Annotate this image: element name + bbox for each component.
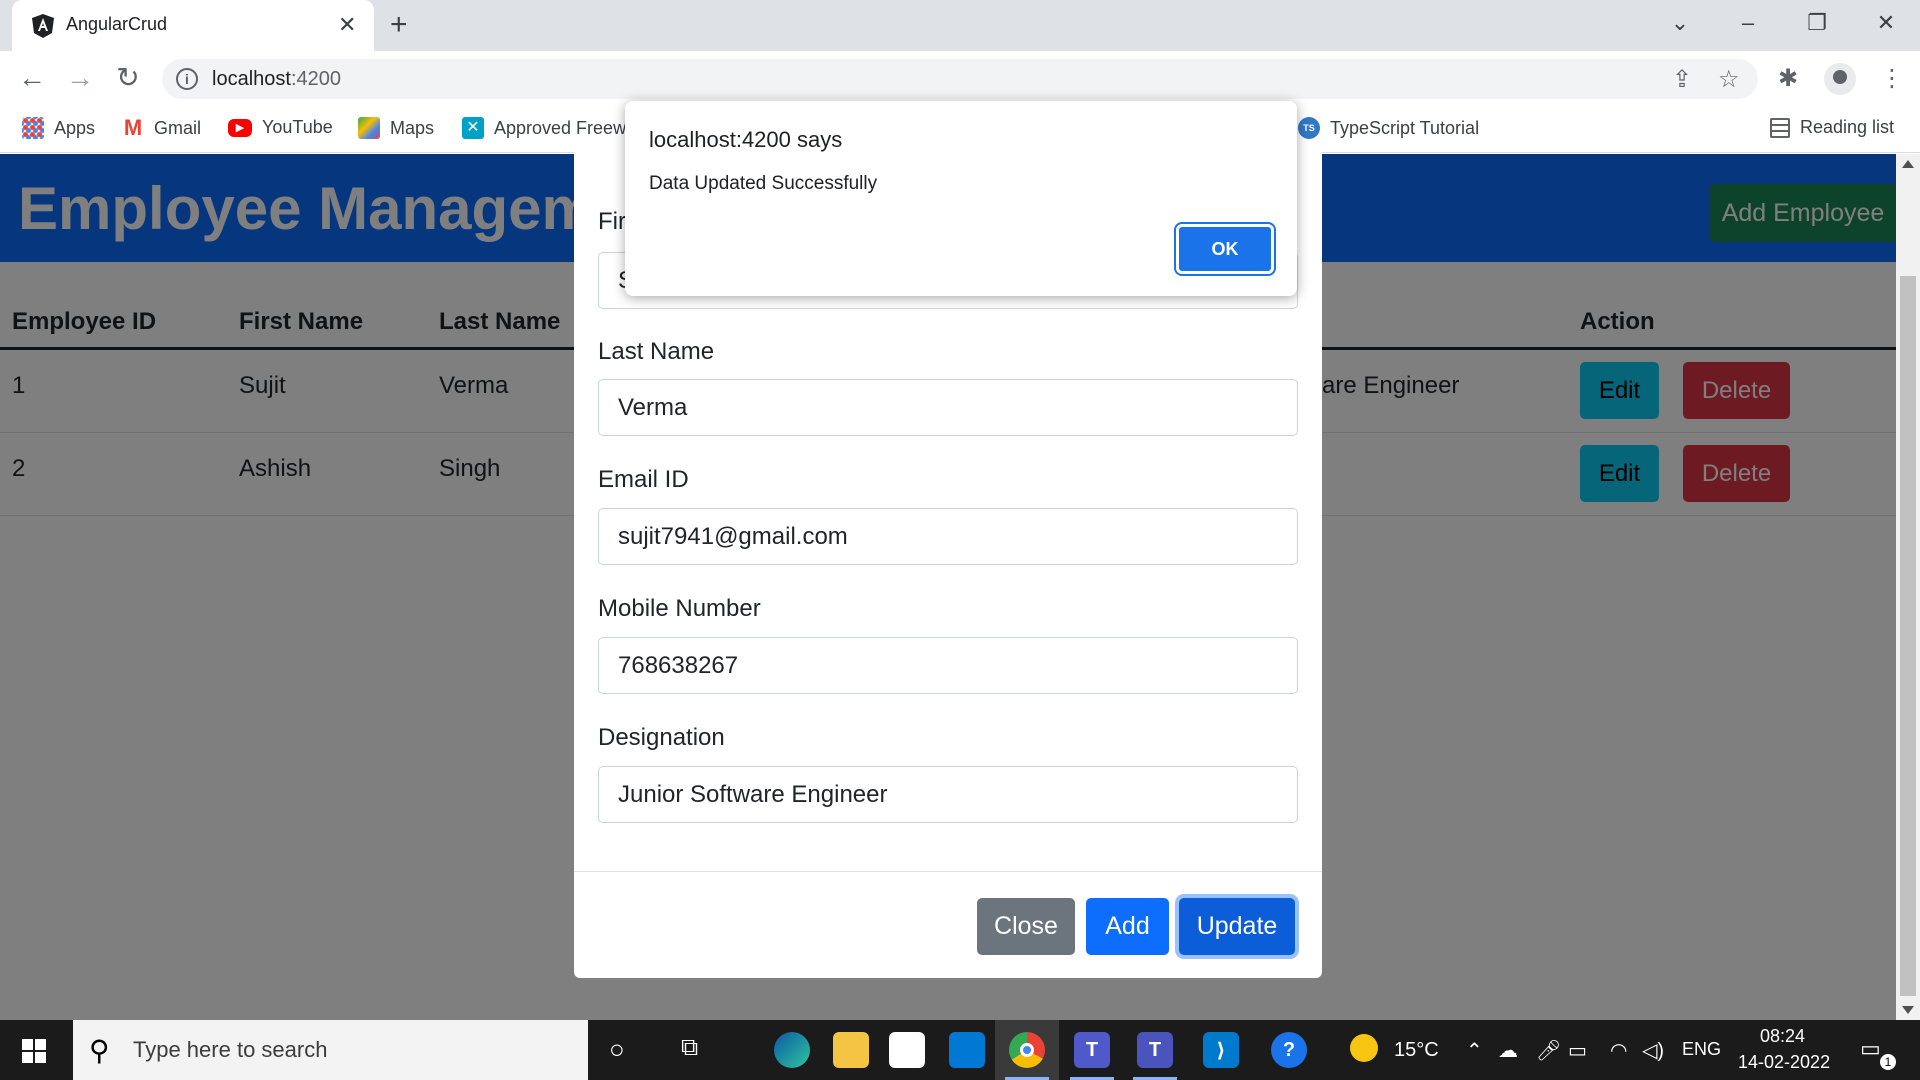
- add-button[interactable]: Add: [1086, 898, 1169, 955]
- last-name-field[interactable]: [598, 379, 1298, 436]
- new-tab-icon[interactable]: +: [390, 10, 408, 40]
- gmail-icon: M: [123, 115, 143, 140]
- extensions-icon[interactable]: ✱: [1778, 65, 1798, 93]
- onedrive-cloud-icon[interactable]: ☁: [1498, 1038, 1518, 1063]
- browser-tabstrip: AngularCrud ✕ + ⌄ – ❐ ✕: [0, 0, 1920, 51]
- tab-close-icon[interactable]: ✕: [338, 12, 356, 38]
- teams-classic-icon[interactable]: T: [1137, 1032, 1173, 1068]
- bookmark-youtube[interactable]: ▶ YouTube: [228, 117, 333, 138]
- bookmark-label: TypeScript Tutorial: [1330, 117, 1480, 138]
- task-view-icon[interactable]: ⧉: [681, 1034, 698, 1062]
- vscode-icon[interactable]: ⟩: [1203, 1032, 1239, 1068]
- alert-ok-button[interactable]: OK: [1174, 222, 1276, 276]
- weather-temperature[interactable]: 15°C: [1394, 1039, 1439, 1062]
- designation-label: Designation: [598, 724, 725, 751]
- youtube-icon: ▶: [228, 118, 252, 137]
- tab-search-chevron-icon[interactable]: ⌄: [1665, 10, 1695, 36]
- scroll-up-icon[interactable]: [1902, 160, 1914, 168]
- alert-dialog: localhost:4200 says Data Updated Success…: [625, 101, 1297, 296]
- address-url: localhost:4200: [212, 68, 341, 90]
- reading-list[interactable]: Reading list: [1770, 117, 1894, 138]
- help-icon[interactable]: ?: [1271, 1032, 1307, 1068]
- volume-icon[interactable]: ◁): [1642, 1038, 1664, 1063]
- bookmark-maps[interactable]: Maps: [358, 117, 434, 139]
- teams-icon[interactable]: T: [1074, 1032, 1110, 1068]
- designation-field[interactable]: [598, 766, 1298, 823]
- chevron-up-icon[interactable]: ⌃: [1466, 1038, 1483, 1063]
- wifi-icon[interactable]: ◠: [1610, 1038, 1627, 1063]
- bookmark-label: Maps: [390, 117, 435, 138]
- site-info-icon[interactable]: i: [176, 68, 198, 90]
- reading-list-icon: [1770, 117, 1790, 138]
- minimize-icon[interactable]: –: [1733, 10, 1763, 36]
- microphone-icon[interactable]: 🎤︎: [1536, 1038, 1561, 1063]
- first-name-label: Fir: [598, 208, 626, 235]
- battery-icon[interactable]: ▭: [1568, 1038, 1587, 1063]
- bookmark-gmail[interactable]: M Gmail: [122, 117, 201, 139]
- close-button[interactable]: Close: [977, 898, 1075, 955]
- reload-icon[interactable]: ↻: [111, 63, 145, 93]
- share-icon[interactable]: ⇪: [1672, 65, 1692, 94]
- bookmark-label: Approved Freew: [494, 117, 627, 138]
- windows-taskbar: ⚲ Type here to search ○ ⧉ T T ⟩ ? 15°C ⌃…: [0, 1020, 1920, 1080]
- profile-avatar[interactable]: [1824, 63, 1856, 95]
- browser-toolbar: ← → ↻ i localhost:4200 ⇪ ☆ ✱ ⋮: [0, 51, 1920, 107]
- modal-footer: Close Add Update: [574, 871, 1322, 978]
- clock-date[interactable]: 14-02-2022: [1738, 1052, 1830, 1073]
- update-button[interactable]: Update: [1179, 898, 1295, 955]
- weather-sun-icon[interactable]: [1350, 1034, 1378, 1062]
- back-icon[interactable]: ←: [15, 63, 49, 93]
- apps-grid-icon: [22, 117, 44, 139]
- notification-icon[interactable]: ▭: [1860, 1036, 1881, 1062]
- edge-icon[interactable]: [774, 1032, 810, 1068]
- mobile-field[interactable]: [598, 637, 1298, 694]
- chrome-icon[interactable]: [1009, 1032, 1045, 1068]
- address-bar[interactable]: i localhost:4200 ⇪ ☆: [162, 59, 1758, 99]
- bookmark-apps[interactable]: Apps: [22, 117, 95, 139]
- alert-message: Data Updated Successfully: [649, 173, 878, 194]
- email-label: Email ID: [598, 466, 689, 493]
- notification-badge: 1: [1880, 1054, 1896, 1070]
- last-name-label: Last Name: [598, 338, 715, 365]
- microsoft-store-icon[interactable]: [889, 1032, 925, 1068]
- angular-icon: [32, 14, 54, 38]
- mobile-label: Mobile Number: [598, 595, 761, 622]
- bookmark-label: Apps: [54, 117, 96, 138]
- alert-title: localhost:4200 says: [649, 127, 843, 152]
- bookmark-typescript[interactable]: TS TypeScript Tutorial: [1298, 117, 1479, 139]
- search-placeholder: Type here to search: [133, 1037, 328, 1062]
- bookmark-approved[interactable]: ✕ Approved Freew: [462, 117, 626, 139]
- language-indicator[interactable]: ENG: [1682, 1039, 1721, 1060]
- taskbar-search[interactable]: ⚲ Type here to search: [73, 1020, 588, 1080]
- approved-freeware-icon: ✕: [462, 117, 484, 139]
- restore-icon[interactable]: ❐: [1802, 10, 1832, 36]
- file-explorer-icon[interactable]: [833, 1032, 869, 1068]
- scroll-down-icon[interactable]: [1902, 1006, 1914, 1014]
- bookmark-label: YouTube: [262, 117, 333, 137]
- close-window-icon[interactable]: ✕: [1871, 10, 1901, 36]
- bookmark-label: Gmail: [154, 117, 202, 138]
- page-scrollbar[interactable]: [1896, 154, 1920, 1020]
- windows-start-icon[interactable]: [22, 1039, 46, 1063]
- forward-icon[interactable]: →: [63, 63, 97, 93]
- bookmark-star-icon[interactable]: ☆: [1718, 65, 1740, 94]
- reading-list-label: Reading list: [1800, 117, 1895, 137]
- typescript-icon: TS: [1298, 117, 1320, 139]
- cortana-icon[interactable]: ○: [609, 1034, 625, 1065]
- search-icon: ⚲: [89, 1035, 110, 1066]
- tab-title: AngularCrud: [66, 14, 168, 34]
- people-app-icon[interactable]: [949, 1032, 985, 1068]
- browser-tab[interactable]: AngularCrud ✕: [12, 0, 374, 51]
- maps-icon: [358, 117, 380, 139]
- email-field[interactable]: [598, 508, 1298, 565]
- menu-kebab-icon[interactable]: ⋮: [1880, 65, 1904, 93]
- clock-time[interactable]: 08:24: [1760, 1026, 1805, 1047]
- scrollbar-thumb[interactable]: [1900, 276, 1916, 996]
